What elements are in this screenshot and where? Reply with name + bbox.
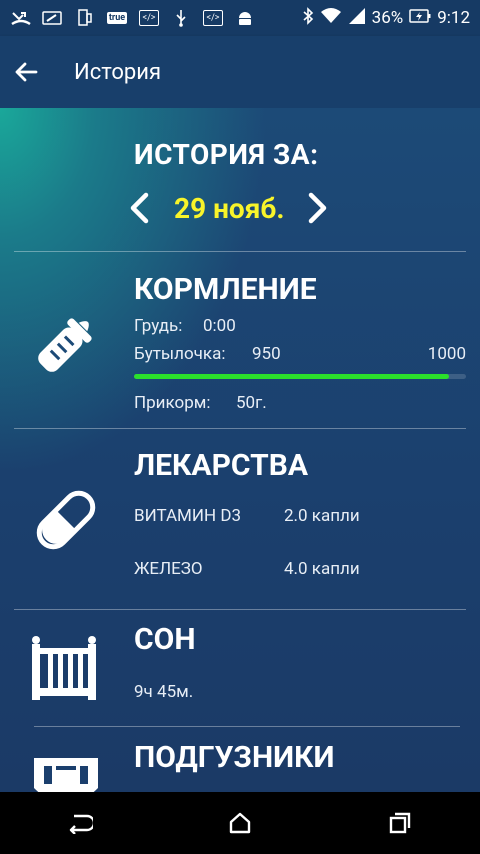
- code-icon: </>: [202, 9, 224, 27]
- notification-icons: true </> </>: [0, 9, 256, 27]
- breast-label: Грудь:: [134, 316, 183, 336]
- phone-icon: [74, 9, 96, 27]
- current-date: 29 нояб.: [174, 191, 285, 225]
- crib-icon: [26, 630, 106, 710]
- medicine-title: ЛЕКАРСТВА: [134, 448, 309, 483]
- divider: [14, 609, 466, 610]
- diapers-title: ПОДГУЗНИКИ: [134, 740, 335, 775]
- pill-icon: [26, 480, 106, 560]
- sleep-title: СОН: [134, 622, 196, 657]
- nav-back-icon[interactable]: [60, 803, 100, 843]
- code-icon: </>: [138, 9, 160, 27]
- app-bar: История: [0, 36, 480, 108]
- divider: [14, 428, 466, 429]
- divider: [14, 251, 466, 252]
- bottle-progress-bar: [134, 374, 466, 379]
- true-app-icon: true: [106, 12, 128, 24]
- nav-recents-icon[interactable]: [380, 803, 420, 843]
- page-title: История: [74, 59, 162, 85]
- chevron-left-icon[interactable]: [128, 192, 150, 224]
- back-arrow-icon[interactable]: [14, 60, 38, 84]
- usb-icon: [170, 9, 192, 27]
- clock: 9:12: [437, 8, 470, 28]
- signal-icon: [348, 7, 366, 30]
- breast-value: 0:00: [203, 316, 236, 336]
- baby-bottle-icon: [26, 304, 106, 384]
- medicine-name: ВИТАМИН D3: [134, 506, 242, 526]
- solids-value: 50г.: [236, 393, 267, 413]
- bluetooth-icon: [302, 6, 314, 30]
- chevron-right-icon[interactable]: [307, 192, 329, 224]
- medicine-name: ЖЕЛЕЗО: [134, 559, 203, 579]
- solids-label: Прикорм:: [134, 393, 211, 413]
- history-content[interactable]: ИСТОРИЯ ЗА: 29 нояб. КОРМЛЕНИЕ Грудь: 0:…: [0, 108, 480, 792]
- wifi-icon: [320, 7, 342, 30]
- bottle-progress-fill: [134, 374, 450, 379]
- diaper-icon: [26, 748, 106, 792]
- divider: [34, 726, 460, 727]
- navigation-bar: [0, 792, 480, 854]
- bottle-goal: 1000: [427, 344, 466, 364]
- nav-home-icon[interactable]: [220, 803, 260, 843]
- android-icon: [234, 9, 256, 27]
- sleep-value: 9ч 45м.: [134, 682, 194, 702]
- bottle-value: 950: [252, 344, 281, 364]
- medicine-dose: 2.0 капли: [284, 506, 360, 526]
- date-navigator: 29 нояб.: [128, 188, 329, 228]
- system-indicators: 36% 9:12: [302, 0, 470, 36]
- battery-saver-icon: [42, 9, 64, 27]
- feeding-title: КОРМЛЕНИЕ: [134, 272, 317, 307]
- history-heading: ИСТОРИЯ ЗА:: [134, 138, 319, 171]
- bottle-label: Бутылочка:: [134, 344, 226, 364]
- missed-call-icon: [10, 9, 32, 27]
- status-bar: true </> </> 36% 9:12: [0, 0, 480, 36]
- battery-percent: 36%: [371, 8, 404, 28]
- battery-icon: [409, 7, 431, 30]
- medicine-dose: 4.0 капли: [284, 559, 360, 579]
